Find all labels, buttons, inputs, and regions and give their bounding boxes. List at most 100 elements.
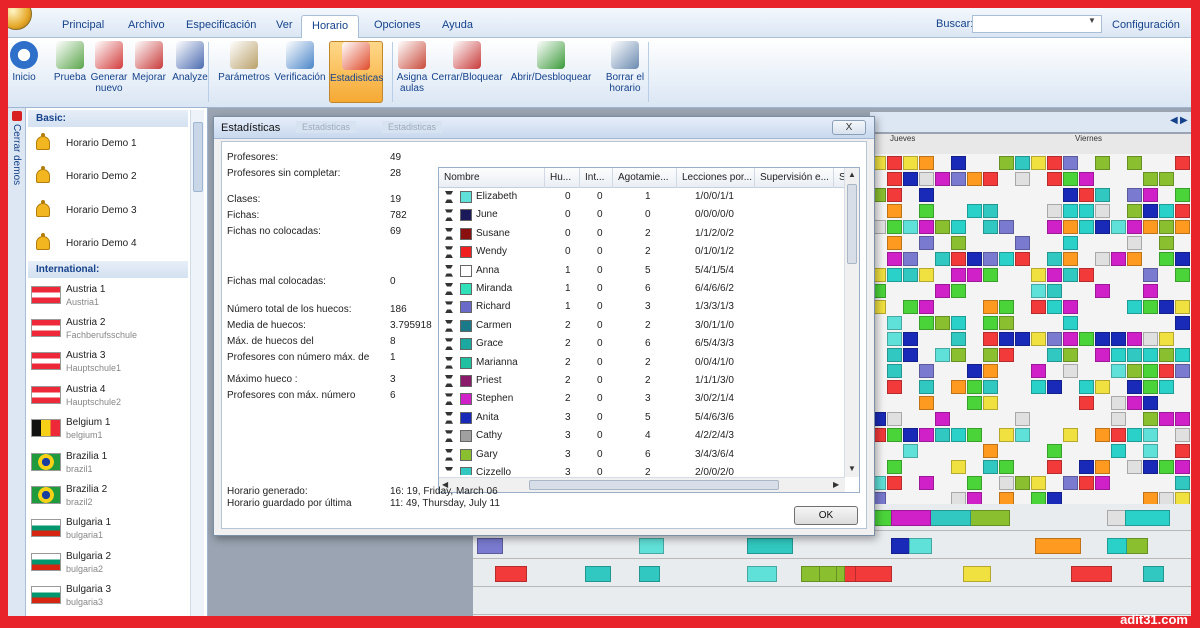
table-row[interactable]: Richard 1 0 3 1/3/3/1/3	[439, 298, 845, 316]
list-item[interactable]: Horario Demo 1	[28, 127, 188, 160]
grid-cell[interactable]	[951, 268, 966, 282]
unplaced-card[interactable]	[747, 538, 793, 554]
grid-cell[interactable]	[1111, 348, 1126, 362]
grid-cell[interactable]	[1111, 252, 1126, 266]
grid-cell[interactable]	[887, 204, 902, 218]
grid-cell[interactable]	[1111, 332, 1126, 346]
grid-cell[interactable]	[967, 380, 982, 394]
ok-button[interactable]: OK	[794, 506, 858, 525]
grid-cell[interactable]	[903, 220, 918, 234]
grid-cell[interactable]	[1159, 236, 1174, 250]
grid-cell[interactable]	[983, 364, 998, 378]
grid-cell[interactable]	[1079, 332, 1094, 346]
tab-opciones[interactable]: Opciones	[364, 17, 430, 37]
grid-cell[interactable]	[1159, 252, 1174, 266]
grid-cell[interactable]	[919, 156, 934, 170]
grid-cell[interactable]	[1111, 444, 1126, 458]
grid-cell[interactable]	[1063, 268, 1078, 282]
ribbon-button-generate[interactable]: Generar nuevo	[90, 41, 128, 94]
grid-cell[interactable]	[967, 428, 982, 442]
grid-cell[interactable]	[1111, 364, 1126, 378]
grid-cell[interactable]	[983, 268, 998, 282]
grid-cell[interactable]	[919, 172, 934, 186]
grid-cell[interactable]	[1127, 156, 1142, 170]
unplaced-card[interactable]	[909, 538, 932, 554]
ribbon-button-statistics[interactable]: Estadisticas	[329, 41, 383, 103]
grid-cell[interactable]	[887, 332, 902, 346]
grid-cell[interactable]	[1127, 236, 1142, 250]
grid-cell[interactable]	[967, 476, 982, 490]
grid-cell[interactable]	[919, 396, 934, 410]
grid-cell[interactable]	[1063, 156, 1078, 170]
grid-cell[interactable]	[887, 412, 902, 426]
grid-cell[interactable]	[1015, 252, 1030, 266]
table-row[interactable]: Anna 1 0 5 5/4/1/5/4	[439, 262, 845, 280]
table-row[interactable]: Grace 2 0 6 6/5/4/3/3	[439, 335, 845, 353]
grid-cell[interactable]	[887, 220, 902, 234]
close-button[interactable]: X	[832, 120, 866, 135]
grid-cell[interactable]	[999, 348, 1014, 362]
grid-cell[interactable]	[967, 396, 982, 410]
grid-cell[interactable]	[1175, 348, 1190, 362]
grid-cell[interactable]	[1143, 188, 1158, 202]
list-item[interactable]: Bulgaria 3 bulgaria3	[28, 578, 188, 611]
grid-cell[interactable]	[1175, 476, 1190, 490]
grid-cell[interactable]	[1127, 380, 1142, 394]
grid-cell[interactable]	[1047, 444, 1062, 458]
grid-cell[interactable]	[999, 156, 1014, 170]
grid-cell[interactable]	[935, 316, 950, 330]
grid-cell[interactable]	[1127, 348, 1142, 362]
grid-cell[interactable]	[1063, 300, 1078, 314]
grid-cell[interactable]	[1127, 300, 1142, 314]
grid-cell[interactable]	[1111, 412, 1126, 426]
grid-cell[interactable]	[1175, 204, 1190, 218]
grid-cell[interactable]	[1031, 332, 1046, 346]
column-header[interactable]: Nombre	[439, 168, 545, 188]
unplaced-card[interactable]	[747, 566, 777, 582]
list-item[interactable]: Austria 2 Fachberufsschule	[28, 311, 188, 344]
unplaced-card[interactable]	[585, 566, 611, 582]
grid-cell[interactable]	[1175, 460, 1190, 474]
grid-cell[interactable]	[1047, 172, 1062, 186]
grid-cell[interactable]	[903, 172, 918, 186]
grid-cell[interactable]	[1095, 284, 1110, 298]
grid-cell[interactable]	[1015, 332, 1030, 346]
grid-cell[interactable]	[967, 268, 982, 282]
grid-cell[interactable]	[1175, 428, 1190, 442]
grid-cell[interactable]	[1143, 428, 1158, 442]
grid-cell[interactable]	[1127, 204, 1142, 218]
list-item[interactable]: Horario Demo 2	[28, 160, 188, 193]
grid-cell[interactable]	[999, 220, 1014, 234]
table-row[interactable]: Cathy 3 0 4 4/2/2/4/3	[439, 427, 845, 445]
grid-cell[interactable]	[1159, 412, 1174, 426]
grid-cell[interactable]	[1111, 220, 1126, 234]
ribbon-button-verify[interactable]: Verificación	[272, 41, 328, 83]
grid-cell[interactable]	[1159, 332, 1174, 346]
grid-cell[interactable]	[983, 460, 998, 474]
grid-cell[interactable]	[887, 268, 902, 282]
scroll-up-icon[interactable]: ▲	[848, 170, 856, 179]
grid-cell[interactable]	[1143, 284, 1158, 298]
unplaced-card[interactable]	[639, 566, 660, 582]
grid-cell[interactable]	[1095, 428, 1110, 442]
grid-cell[interactable]	[903, 348, 918, 362]
table-row[interactable]: Wendy 0 0 2 0/1/0/1/2	[439, 243, 845, 261]
tab-horario[interactable]: Horario	[301, 15, 360, 38]
list-item[interactable]: Bulgaria 1 bulgaria1	[28, 511, 188, 544]
grid-cell[interactable]	[887, 380, 902, 394]
grid-cell[interactable]	[919, 204, 934, 218]
grid-cell[interactable]	[919, 364, 934, 378]
table-row[interactable]: Cizzello 3 0 2 2/0/0/2/0	[439, 464, 845, 475]
grid-cell[interactable]	[1095, 156, 1110, 170]
grid-cell[interactable]	[919, 300, 934, 314]
column-header[interactable]: Agotamie...	[613, 168, 677, 188]
close-demos-strip[interactable]: Cerrar demos	[8, 108, 26, 616]
column-header[interactable]: Supervisión e...	[755, 168, 834, 188]
scroll-right-icon[interactable]: ▶	[833, 480, 839, 489]
grid-cell[interactable]	[999, 300, 1014, 314]
unplaced-card[interactable]	[1125, 510, 1170, 526]
ribbon-button-back-arrow[interactable]: Inicio	[8, 41, 40, 83]
configuration-menu[interactable]: Configuración	[1112, 19, 1180, 31]
grid-cell[interactable]	[887, 172, 902, 186]
grid-cell[interactable]	[1143, 204, 1158, 218]
